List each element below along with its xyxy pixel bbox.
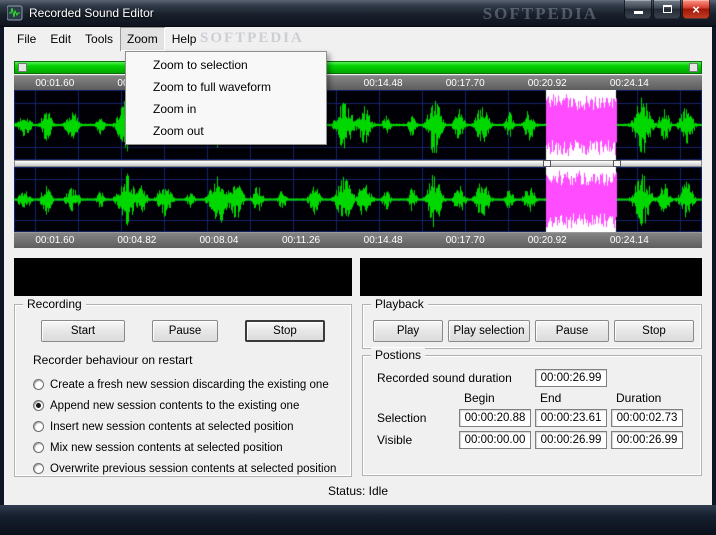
- menu-item-zoom-to-full-waveform[interactable]: Zoom to full waveform: [127, 76, 325, 98]
- record-stop-button[interactable]: Stop: [245, 320, 325, 342]
- recording-option-insert[interactable]: Insert new session contents at selected …: [33, 416, 351, 437]
- window-title: Recorded Sound Editor: [29, 6, 154, 20]
- watermark-text: SOFTPEDIA: [200, 30, 304, 46]
- visible-row-label: Visible: [377, 433, 413, 447]
- header-duration: Duration: [616, 391, 662, 405]
- play-selection-button[interactable]: Play selection: [448, 320, 530, 342]
- playback-stop-button[interactable]: Stop: [614, 320, 694, 342]
- recording-group-title: Recording: [23, 297, 86, 312]
- zoom-menu-dropdown: Zoom to selection Zoom to full waveform …: [125, 51, 327, 145]
- selection-row-label: Selection: [377, 411, 427, 425]
- client-area: File Edit Tools Zoom Help SOFTPEDIA 00:0…: [4, 27, 712, 505]
- behaviour-label: Recorder behaviour on restart: [33, 353, 193, 367]
- menu-help[interactable]: Help: [165, 27, 204, 51]
- ruler-time-label: 00:24.14: [609, 235, 649, 246]
- waveform-channel-1[interactable]: [14, 90, 702, 160]
- ruler-time-label: 00:04.82: [117, 235, 157, 246]
- playback-group-title: Playback: [371, 297, 428, 312]
- menu-tools[interactable]: Tools: [78, 27, 120, 51]
- menu-item-zoom-out[interactable]: Zoom out: [127, 120, 325, 142]
- selection-end-field: 00:00:23.61: [535, 409, 607, 427]
- ruler-time-label: 00:20.92: [527, 235, 567, 246]
- status-text: Status: Idle: [327, 484, 389, 498]
- positions-table: Recorded sound duration 00:00:26.99 Begi…: [377, 369, 693, 449]
- playback-pause-button[interactable]: Pause: [535, 320, 609, 342]
- ruler-time-label: 00:20.92: [527, 78, 567, 89]
- menu-item-zoom-in[interactable]: Zoom in: [127, 98, 325, 120]
- record-pause-button[interactable]: Pause: [152, 320, 218, 342]
- playback-group: Playback Play Play selection Pause Stop: [362, 297, 702, 349]
- radio-icon[interactable]: [33, 379, 44, 390]
- channel-divider: [14, 160, 702, 167]
- time-ruler-bottom: 00:01.60 00:04.82 00:08.04 00:11.26 00:14.48…: [14, 232, 702, 248]
- duration-label: Recorded sound duration: [377, 371, 512, 385]
- close-button[interactable]: ×: [682, 0, 710, 19]
- time-ruler-top: 00:01.6000:04.8200:08.0400:11.2600:14.48…: [14, 75, 702, 90]
- menu-bar: File Edit Tools Zoom Help SOFTPEDIA: [4, 27, 712, 51]
- ruler-time-label: 00:08.04: [199, 235, 239, 246]
- recording-option-append[interactable]: Append new session contents to the exist…: [33, 395, 351, 416]
- menu-file[interactable]: File: [10, 27, 43, 51]
- radio-icon[interactable]: [33, 442, 44, 453]
- level-meter-left: [14, 258, 352, 296]
- scrollbar-left-grip[interactable]: [18, 63, 27, 72]
- ruler-time-label: 00:01.60: [35, 78, 75, 89]
- window-controls: ×: [623, 0, 710, 19]
- minimize-icon: [633, 11, 643, 14]
- maximize-button[interactable]: [653, 0, 681, 19]
- recording-option-label: Insert new session contents at selected …: [50, 420, 294, 433]
- menu-zoom[interactable]: Zoom: [120, 27, 165, 51]
- recording-option-label: Create a fresh new session discarding th…: [50, 378, 329, 391]
- ruler-time-label: 00:17.70: [445, 235, 485, 246]
- header-begin: Begin: [464, 391, 495, 405]
- selection-begin-field: 00:00:20.88: [459, 409, 531, 427]
- waveform-scrollbar[interactable]: [14, 61, 702, 74]
- watermark-text: SOFTPEDIA: [482, 4, 598, 23]
- ruler-time-label: 00:11.26: [281, 235, 321, 246]
- ruler-time-label: 00:14.48: [363, 78, 403, 89]
- radio-icon[interactable]: [33, 463, 44, 474]
- minimize-button[interactable]: [624, 0, 652, 19]
- app-window: Recorded Sound Editor SOFTPEDIA × File E…: [0, 0, 716, 535]
- ruler-time-label: 00:14.48: [363, 235, 403, 246]
- waveform-channel-2[interactable]: [14, 167, 702, 232]
- positions-group: Postions Recorded sound duration 00:00:2…: [362, 348, 702, 476]
- radio-icon[interactable]: [33, 421, 44, 432]
- recording-option-label: Overwrite previous session contents at s…: [50, 462, 337, 475]
- level-meter-right: [360, 258, 702, 296]
- recording-option-mix[interactable]: Mix new session contents at selected pos…: [33, 437, 351, 458]
- recording-option-label: Mix new session contents at selected pos…: [50, 441, 283, 454]
- scrollbar-right-grip[interactable]: [689, 63, 698, 72]
- app-icon: [6, 5, 23, 21]
- recording-option-overwrite[interactable]: Overwrite previous session contents at s…: [33, 458, 351, 479]
- recording-option-label: Append new session contents to the exist…: [50, 399, 300, 412]
- record-start-button[interactable]: Start: [41, 320, 125, 342]
- visible-begin-field: 00:00:00.00: [459, 431, 531, 449]
- title-bar[interactable]: Recorded Sound Editor SOFTPEDIA ×: [0, 0, 716, 27]
- selection-end-handle[interactable]: [612, 160, 621, 167]
- ruler-time-label: 00:24.14: [609, 78, 649, 89]
- recorded-duration-field: 00:00:26.99: [535, 369, 607, 387]
- selection-start-handle[interactable]: [543, 160, 552, 167]
- selection-duration-field: 00:00:02.73: [611, 409, 683, 427]
- play-button[interactable]: Play: [373, 320, 443, 342]
- radio-icon[interactable]: [33, 400, 44, 411]
- menu-edit[interactable]: Edit: [43, 27, 78, 51]
- recording-group: Recording Start Pause Stop Recorder beha…: [14, 297, 352, 479]
- close-icon: ×: [692, 1, 700, 17]
- window-frame-bottom: [0, 505, 716, 535]
- menu-item-zoom-to-selection[interactable]: Zoom to selection: [127, 54, 325, 76]
- ruler-time-label: 00:01.60: [35, 235, 75, 246]
- header-end: End: [540, 391, 562, 405]
- positions-group-title: Postions: [371, 348, 426, 363]
- maximize-icon: [662, 5, 672, 13]
- visible-end-field: 00:00:26.99: [535, 431, 607, 449]
- recording-option-fresh[interactable]: Create a fresh new session discarding th…: [33, 374, 351, 395]
- visible-duration-field: 00:00:26.99: [611, 431, 683, 449]
- ruler-time-label: 00:17.70: [445, 78, 485, 89]
